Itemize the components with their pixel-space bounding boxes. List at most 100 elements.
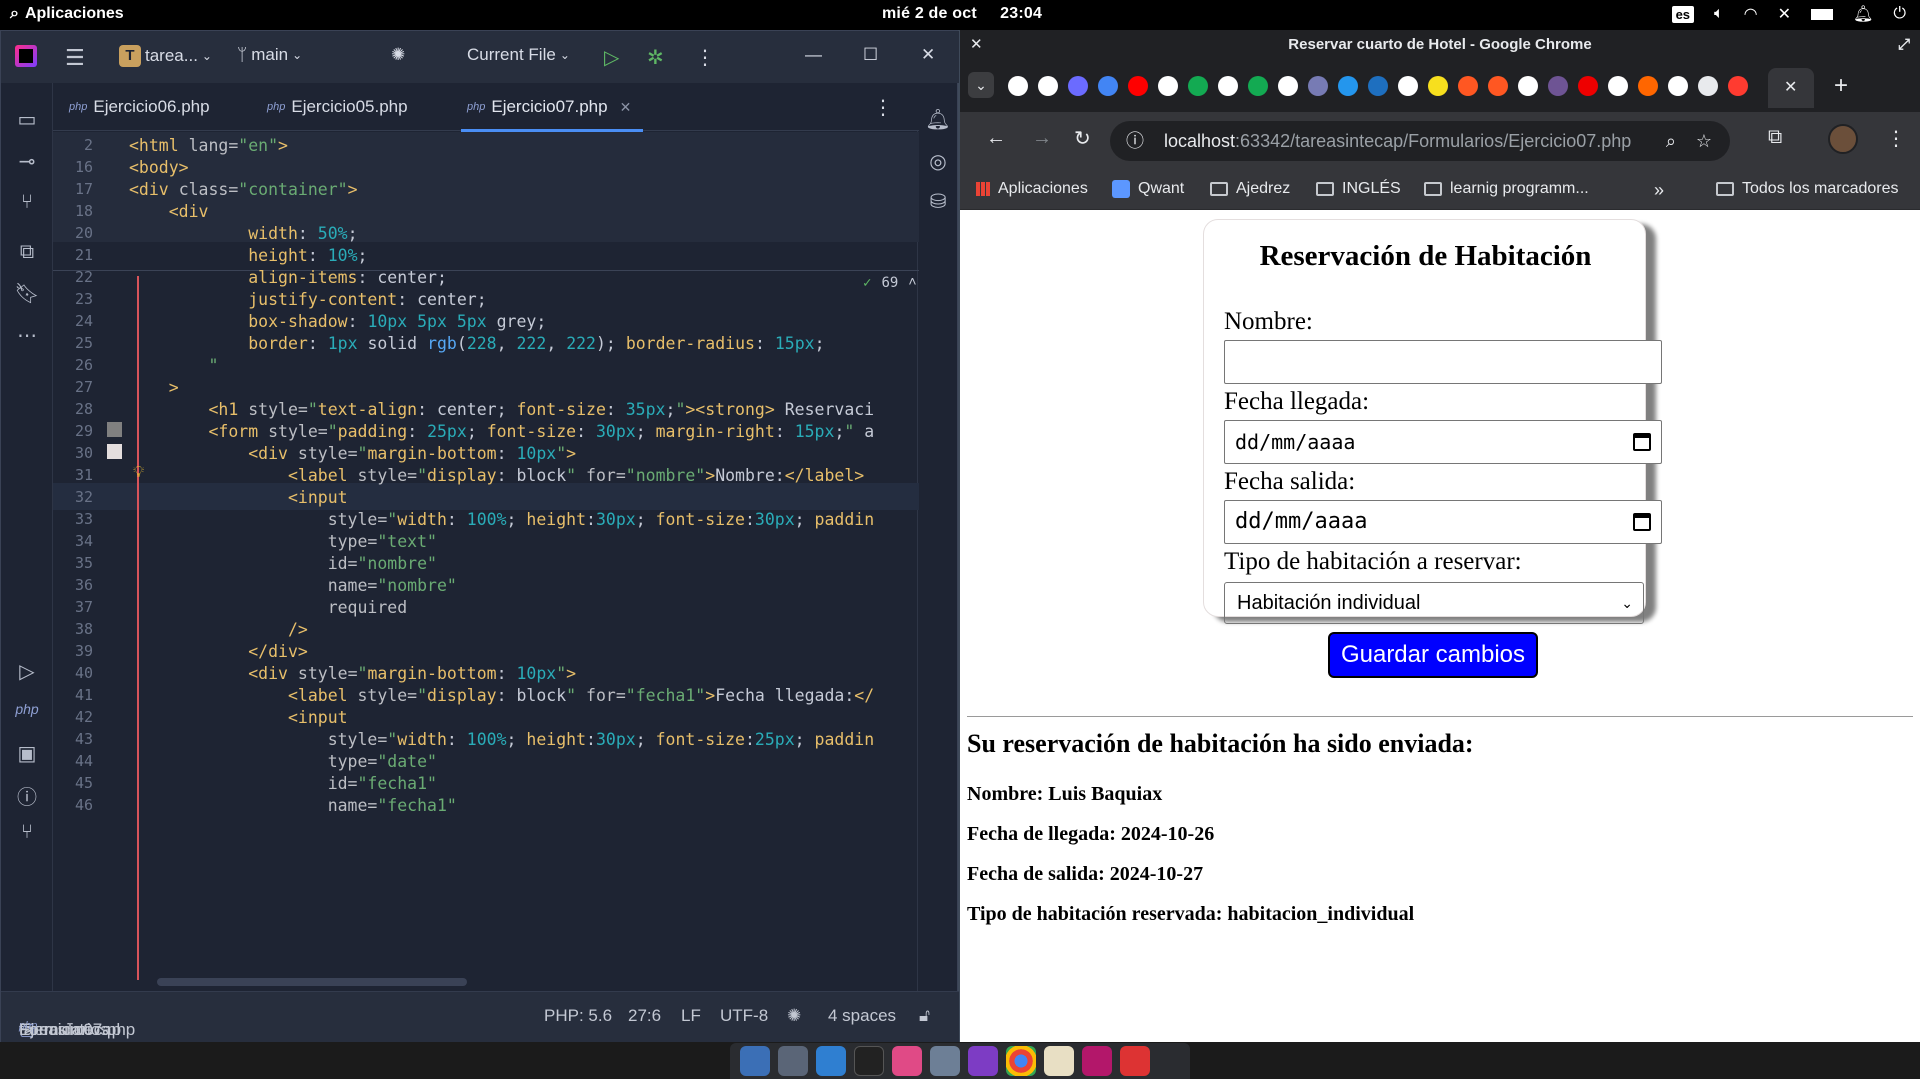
pinned-tab-favicon-icon[interactable] <box>1068 76 1088 96</box>
code-line[interactable]: /> <box>129 620 308 639</box>
code-line[interactable]: <div style="margin-bottom: 10px"> <box>129 444 576 463</box>
run-icon[interactable]: ▷ <box>604 45 619 70</box>
bookmark-learning[interactable]: learnig programm... <box>1424 180 1589 198</box>
color-swatch-rgb[interactable] <box>107 444 122 459</box>
run-config-selector[interactable]: Current File ⌄ <box>467 45 570 65</box>
pull-requests-icon[interactable]: ⑂ <box>12 191 42 214</box>
code-line[interactable]: id="fecha1" <box>129 774 437 793</box>
zoom-icon[interactable]: ⌕ <box>1666 121 1676 161</box>
back-icon[interactable]: ← <box>986 127 1006 150</box>
phpstorm-logo-icon[interactable] <box>15 45 37 67</box>
salida-date-input[interactable]: dd/mm/aaaa <box>1224 500 1662 544</box>
code-line[interactable]: type="text" <box>129 532 437 551</box>
color-swatch-grey[interactable] <box>107 422 122 437</box>
files-app-icon[interactable] <box>816 1046 846 1076</box>
maximize-icon[interactable]: ☐ <box>863 45 878 65</box>
pinned-tab-favicon-icon[interactable] <box>1308 76 1328 96</box>
pinned-tab-favicon-icon[interactable] <box>1008 76 1028 96</box>
brave-app-icon[interactable] <box>968 1046 998 1076</box>
calendar-icon[interactable] <box>1633 433 1651 451</box>
horizontal-scrollbar[interactable] <box>157 978 467 986</box>
chrome-menu-icon[interactable]: ⋮ <box>1886 126 1906 151</box>
pinned-tab-favicon-icon[interactable] <box>1728 76 1748 96</box>
applications-menu[interactable]: ⌕ Aplicaciones <box>10 5 124 23</box>
code-line[interactable]: <body> <box>129 158 189 177</box>
text-editor-app-icon[interactable] <box>1044 1046 1074 1076</box>
code-line[interactable]: required <box>129 598 407 617</box>
pinned-tab-favicon-icon[interactable] <box>1578 76 1598 96</box>
bluetooth-off-icon[interactable]: ✕ <box>1778 4 1791 24</box>
pinned-tab-favicon-icon[interactable] <box>1188 76 1208 96</box>
debug-icon[interactable]: ✲ <box>647 45 664 70</box>
code-line[interactable]: style="width: 100%; height:30px; font-si… <box>129 510 874 529</box>
extensions-icon[interactable]: ⧉ <box>1768 126 1782 149</box>
code-line[interactable]: height: 10%; <box>129 246 367 265</box>
maximize-icon[interactable]: ⤢ <box>1898 30 1910 60</box>
inspections-widget[interactable]: ✓ 69 ˄ ˅ <box>863 274 919 291</box>
pinned-tab-favicon-icon[interactable] <box>1338 76 1358 96</box>
git-icon[interactable]: ⑂ <box>12 821 42 844</box>
notifications-icon[interactable]: 🔔︎ <box>1853 4 1873 24</box>
close-icon[interactable]: ✕ <box>921 45 935 65</box>
pinned-tab-favicon-icon[interactable] <box>1548 76 1568 96</box>
keyboard-layout-indicator[interactable]: es <box>1671 5 1695 23</box>
code-line[interactable]: <input <box>129 708 348 727</box>
pinned-tab-favicon-icon[interactable] <box>1368 76 1388 96</box>
workspaces-icon[interactable] <box>740 1046 770 1076</box>
pinned-tab-favicon-icon[interactable] <box>1428 76 1448 96</box>
more-actions-icon[interactable]: ⋮ <box>695 45 715 70</box>
bookmark-all[interactable]: Todos los marcadores <box>1716 180 1899 198</box>
pinned-tab-favicon-icon[interactable] <box>1158 76 1178 96</box>
code-line[interactable]: <div <box>129 202 209 221</box>
code-line[interactable]: > <box>129 378 179 397</box>
power-icon[interactable]: ⏻ <box>1893 5 1906 23</box>
bookmark-qwant[interactable]: Qwant <box>1112 180 1184 198</box>
close-icon[interactable]: ✕ <box>970 30 983 60</box>
clock[interactable]: mié 2 de oct 23:04 <box>882 5 1042 23</box>
forward-icon[interactable]: → <box>1032 127 1052 150</box>
code-line[interactable]: type="date" <box>129 752 437 771</box>
pinned-tab-favicon-icon[interactable] <box>1488 76 1508 96</box>
pinned-tab-favicon-icon[interactable] <box>1668 76 1688 96</box>
debug-settings-icon[interactable]: ✺ <box>391 45 405 65</box>
llegada-date-input[interactable]: dd/mm/aaaa <box>1224 420 1662 464</box>
structure-icon[interactable]: ⧉ <box>12 241 42 264</box>
tab-search-icon[interactable]: ⌄ <box>968 72 994 98</box>
pinned-tab-favicon-icon[interactable] <box>1038 76 1058 96</box>
database-icon[interactable]: ⛁ <box>923 189 953 214</box>
tasks-app-icon[interactable] <box>892 1046 922 1076</box>
calendar-icon[interactable] <box>1633 513 1651 531</box>
code-line[interactable]: <label style="display: block" for="nombr… <box>129 466 864 485</box>
close-tab-icon[interactable]: ✕ <box>1784 77 1797 97</box>
wifi-icon[interactable]: ◠ <box>1744 4 1758 24</box>
php-version[interactable]: PHP: 5.6 <box>544 1006 612 1026</box>
cursor-position[interactable]: 27:6 <box>628 1006 661 1026</box>
pinned-tab-favicon-icon[interactable] <box>1518 76 1538 96</box>
pinned-tab-favicon-icon[interactable] <box>1398 76 1418 96</box>
tab-ejercicio06[interactable]: php Ejercicio06.php <box>69 83 210 131</box>
code-line[interactable]: width: 50%; <box>129 224 357 243</box>
pinned-tab-favicon-icon[interactable] <box>1218 76 1238 96</box>
battery-icon[interactable] <box>1811 8 1834 20</box>
php-icon[interactable]: php <box>12 701 42 717</box>
new-tab-icon[interactable]: + <box>1834 72 1848 100</box>
reload-icon[interactable]: ↻ <box>1074 126 1091 151</box>
volume-icon[interactable]: 🔈︎ <box>1714 5 1724 23</box>
commit-icon[interactable]: ⊸ <box>12 149 42 174</box>
chevron-up-icon[interactable]: ˄ <box>908 274 916 291</box>
bookmark-ingles[interactable]: INGLÉS <box>1316 180 1401 198</box>
pinned-tab-favicon-icon[interactable] <box>1098 76 1118 96</box>
nombre-input[interactable] <box>1224 340 1662 384</box>
code-style-icon[interactable]: ✺ <box>787 1006 801 1026</box>
bookmark-apps[interactable]: Aplicaciones <box>976 180 1088 198</box>
settings-app-icon[interactable] <box>930 1046 960 1076</box>
code-line[interactable]: <input <box>129 488 348 507</box>
code-line[interactable]: name="nombre" <box>129 576 457 595</box>
code-line[interactable]: id="nombre" <box>129 554 437 573</box>
code-line[interactable]: <form style="padding: 25px; font-size: 3… <box>129 422 874 441</box>
code-line[interactable]: name="fecha1" <box>129 796 457 815</box>
address-bar[interactable]: ⓘ localhost:63342/tareasintecap/Formular… <box>1110 121 1730 161</box>
code-line[interactable]: </div> <box>129 642 308 661</box>
close-tab-icon[interactable]: ✕ <box>620 99 632 116</box>
code-line[interactable]: box-shadow: 10px 5px 5px grey; <box>129 312 546 331</box>
